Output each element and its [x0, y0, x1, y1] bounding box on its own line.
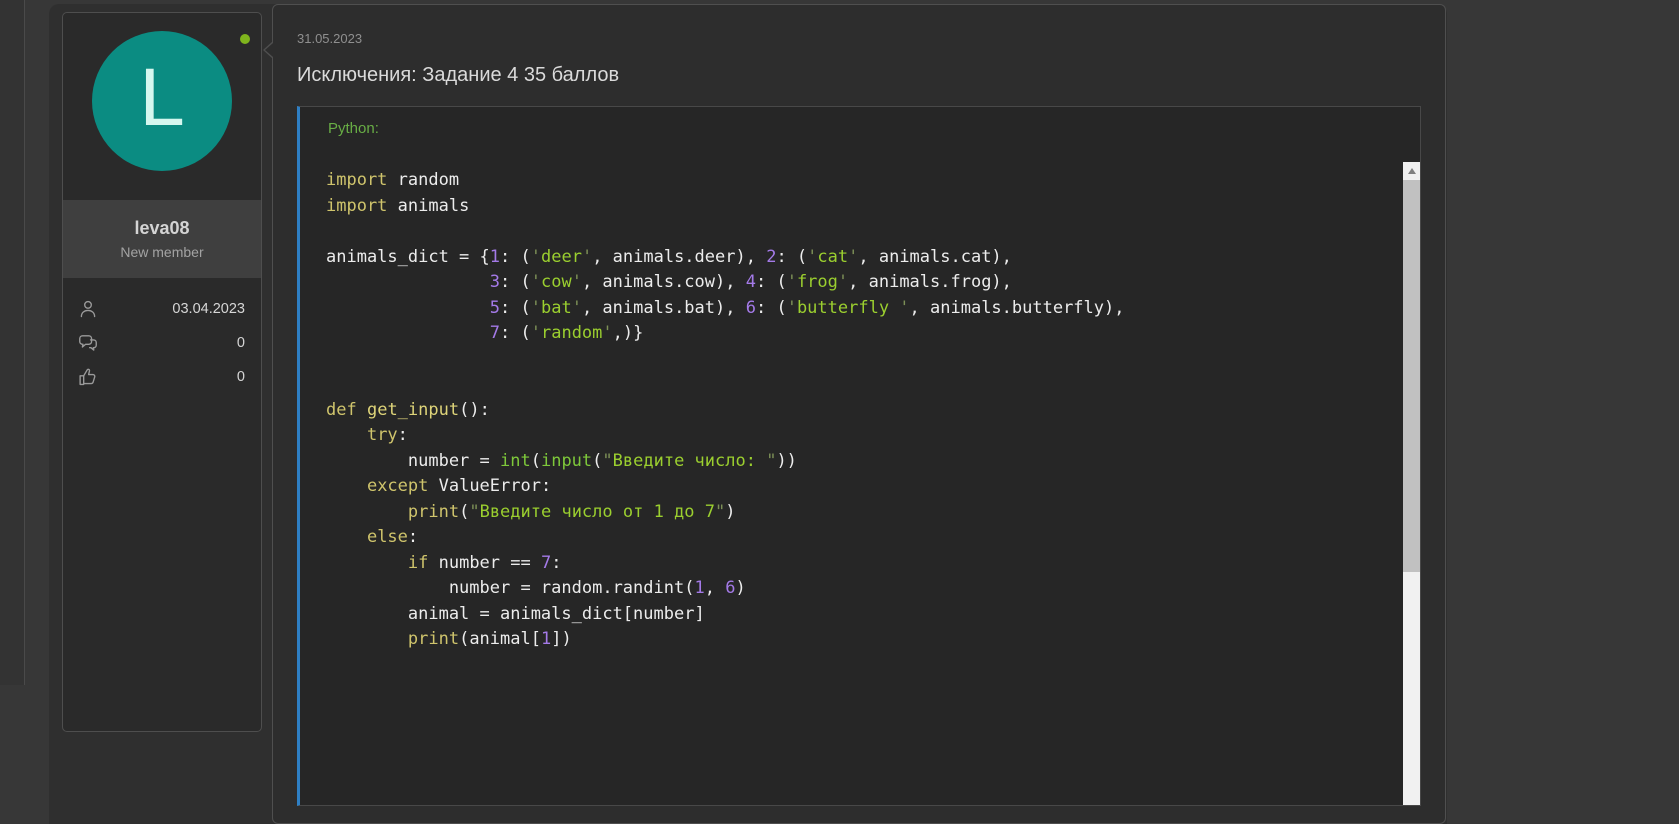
code-line: number = int(input("Введите число: "))	[326, 449, 1377, 475]
stat-value: 0	[237, 369, 245, 385]
stat-row: 0	[77, 332, 245, 354]
online-indicator	[240, 34, 250, 44]
code-language-label: Python:	[300, 107, 1420, 137]
code-line: if number == 7:	[326, 551, 1377, 577]
code-line: try:	[326, 423, 1377, 449]
code-line: animals_dict = {1: ('deer', animals.deer…	[326, 245, 1377, 271]
avatar-section: L	[63, 13, 261, 200]
code-line: except ValueError:	[326, 474, 1377, 500]
code-line: def get_input():	[326, 398, 1377, 424]
scrollbar-up-button[interactable]	[1403, 162, 1420, 179]
stat-value: 03.04.2023	[172, 301, 245, 317]
code-line: import random	[326, 168, 1377, 194]
code-line: else:	[326, 525, 1377, 551]
user-role-label: New member	[120, 244, 203, 260]
page-edge-divider	[0, 0, 25, 685]
code-line	[326, 219, 1377, 245]
code-line: 5: ('bat', animals.bat), 6: ('butterfly …	[326, 296, 1377, 322]
code-line: print("Введите число от 1 до 7")	[326, 500, 1377, 526]
username-link[interactable]: leva08	[134, 218, 189, 239]
scrollbar-track[interactable]	[1403, 162, 1420, 805]
stat-value: 0	[237, 335, 245, 351]
user-icon	[77, 298, 99, 320]
post-date-link[interactable]: 31.05.2023	[297, 31, 1421, 47]
code-line	[326, 347, 1377, 373]
avatar[interactable]: L	[92, 31, 232, 171]
messages-icon	[77, 332, 99, 354]
code-content: import randomimport animals animals_dict…	[300, 162, 1420, 659]
user-title-strip: leva08 New member	[63, 200, 261, 278]
post-title: Исключения: Задание 4 35 баллов	[297, 61, 1421, 89]
bubble-arrow-icon	[263, 41, 273, 59]
stat-row: 03.04.2023	[77, 298, 245, 320]
likes-icon	[77, 366, 99, 388]
stat-row: 0	[77, 366, 245, 388]
scrollbar-thumb[interactable]	[1403, 180, 1420, 572]
code-scroll-area: import randomimport animals animals_dict…	[300, 162, 1420, 805]
user-stats: 03.04.2023 0 0	[63, 278, 261, 388]
avatar-letter: L	[139, 57, 185, 139]
code-line: print(animal[1])	[326, 627, 1377, 653]
code-line	[326, 372, 1377, 398]
code-line: number = random.randint(1, 6)	[326, 576, 1377, 602]
code-line: 7: ('random',)}	[326, 321, 1377, 347]
message-bubble: 31.05.2023 Исключения: Задание 4 35 балл…	[272, 4, 1446, 824]
code-line: import animals	[326, 194, 1377, 220]
code-block: Python: import randomimport animals anim…	[297, 106, 1421, 806]
code-line: animal = animals_dict[number]	[326, 602, 1377, 628]
user-cell: L leva08 New member 03.04.2023 0 0	[62, 12, 262, 732]
scroll-up-icon	[1408, 168, 1416, 174]
code-line: 3: ('cow', animals.cow), 4: ('frog', ani…	[326, 270, 1377, 296]
